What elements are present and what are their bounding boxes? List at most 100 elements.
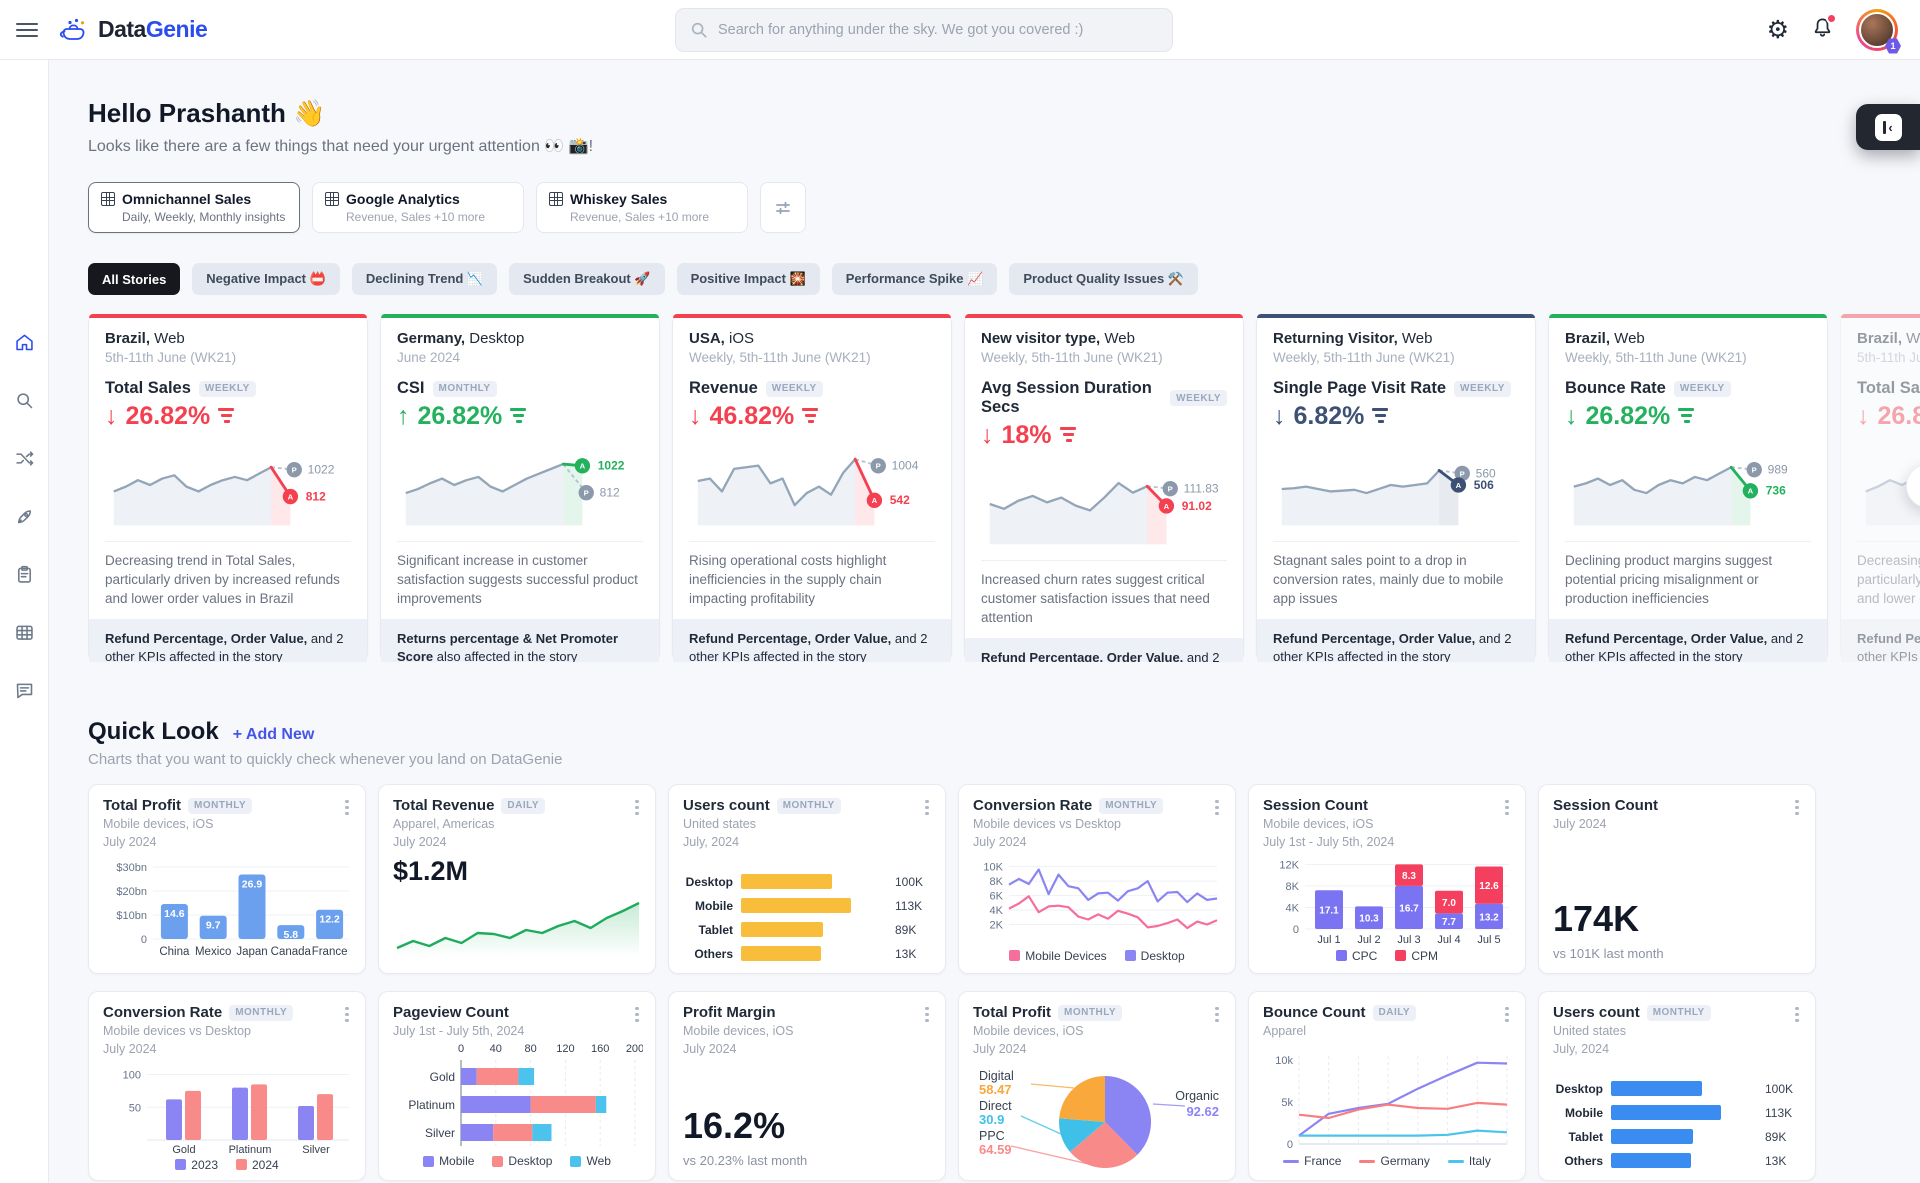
story-title: USA, iOS (689, 330, 935, 347)
sidebar-item-shuffle[interactable] (7, 441, 41, 475)
app-logo[interactable]: DataGenie (58, 16, 207, 44)
period-badge: DAILY (1373, 1005, 1417, 1021)
svg-text:France: France (312, 946, 348, 958)
story-filter-chip[interactable]: Declining Trend 📉 (352, 263, 497, 295)
dataset-filter-button[interactable] (760, 182, 806, 233)
big-value-compare: vs 101K last month (1553, 946, 1801, 961)
quick-card-title: Conversion Rate (973, 797, 1092, 814)
story-subtitle: Weekly, 5th-11th June (WK21) (1273, 350, 1519, 365)
sidebar-item-rocket[interactable] (7, 499, 41, 533)
kebab-menu-icon[interactable] (1209, 1004, 1225, 1025)
svg-text:PPC: PPC (979, 1129, 1005, 1143)
bell-icon[interactable] (1811, 16, 1834, 44)
quick-look-card-total-profit[interactable]: Total ProfitMONTHLYMobile devices, iOSJu… (88, 784, 366, 974)
quick-look-card-users-count[interactable]: Users countMONTHLYUnited statesJuly, 202… (668, 784, 946, 974)
period-badge: DAILY (501, 798, 545, 814)
big-number-wrap: 174Kvs 101K last month (1553, 884, 1801, 961)
quick-look-card-total-profit[interactable]: Total ProfitMONTHLYMobile devices, iOSJu… (958, 991, 1236, 1181)
story-filter-chip[interactable]: Negative Impact 📛 (192, 263, 340, 295)
story-card[interactable]: USA, iOSWeekly, 5th-11th June (WK21)Reve… (672, 314, 952, 662)
kebab-menu-icon[interactable] (339, 797, 355, 818)
story-card[interactable]: Returning Visitor, WebWeekly, 5th-11th J… (1256, 314, 1536, 662)
svg-text:812: 812 (600, 486, 620, 500)
story-filter-chip[interactable]: Sudden Breakout 🚀 (509, 263, 664, 295)
gear-icon[interactable]: ⚙ (1767, 18, 1789, 43)
legend-swatch (570, 1156, 581, 1167)
svg-text:Gold: Gold (430, 1070, 455, 1084)
dataset-tab-omnichannel-sales[interactable]: Omnichannel SalesDaily, Weekly, Monthly … (88, 182, 300, 233)
quick-card-subtitle: July 2024 (683, 1041, 931, 1057)
quick-look-card-session-count[interactable]: Session CountMobile devices, iOSJuly 1st… (1248, 784, 1526, 974)
quick-card-title: Total Profit (103, 797, 181, 814)
kebab-menu-icon[interactable] (1789, 1004, 1805, 1025)
quick-card-chart: Desktop100KMobile113KTablet89KOthers13K (683, 851, 931, 962)
story-card[interactable]: Germany, DesktopJune 2024CSI MONTHLY↑26.… (380, 314, 660, 662)
legend-item: Mobile Devices (1009, 949, 1106, 963)
story-card[interactable]: Brazil, Web5th-11th June (WK21)Total Sal… (88, 314, 368, 662)
sidebar-item-clipboard[interactable] (7, 557, 41, 591)
user-avatar[interactable]: 1 (1856, 9, 1898, 51)
kebab-menu-icon[interactable] (1209, 797, 1225, 818)
svg-text:40: 40 (490, 1043, 502, 1055)
collapse-panel-button[interactable]: ‹ (1856, 104, 1920, 150)
story-description: Rising operational costs highlight ineff… (689, 541, 935, 619)
trend-arrow-icon: ↓ (1273, 402, 1286, 431)
quick-look-card-pageview-count[interactable]: Pageview CountJuly 1st - July 5th, 20240… (378, 991, 656, 1181)
sidebar-item-table[interactable] (7, 615, 41, 649)
kebab-menu-icon[interactable] (339, 1004, 355, 1025)
trend-arrow-icon: ↑ (397, 402, 410, 431)
kebab-menu-icon[interactable] (1499, 1004, 1515, 1025)
story-filter-chip[interactable]: Positive Impact 🎇 (677, 263, 820, 295)
trend-arrow-icon: ↓ (689, 402, 702, 431)
story-card-row: Brazil, Web5th-11th June (WK21)Total Sal… (88, 314, 1920, 662)
kebab-menu-icon[interactable] (629, 1004, 645, 1025)
dataset-tab-sublabel: Daily, Weekly, Monthly insights (122, 210, 287, 224)
quick-look-card-conversion-rate[interactable]: Conversion RateMONTHLYMobile devices vs … (88, 991, 366, 1181)
sidebar-item-home[interactable] (7, 325, 41, 359)
story-kpi-name: CSI MONTHLY (397, 379, 643, 398)
svg-text:Silver: Silver (425, 1126, 455, 1140)
kebab-menu-icon[interactable] (919, 1004, 935, 1025)
story-subtitle: Weekly, 5th-11th June (WK21) (981, 350, 1227, 365)
svg-text:6K: 6K (990, 890, 1004, 902)
quick-look-card-total-revenue[interactable]: Total RevenueDAILYApparel, AmericasJuly … (378, 784, 656, 974)
kebab-menu-icon[interactable] (919, 797, 935, 818)
kebab-menu-icon[interactable] (1789, 797, 1805, 818)
kebab-menu-icon[interactable] (629, 797, 645, 818)
story-filter-chip[interactable]: All Stories (88, 263, 180, 295)
quick-look-card-session-count[interactable]: Session CountJuly 2024174Kvs 101K last m… (1538, 784, 1816, 974)
svg-text:Gold: Gold (172, 1144, 195, 1156)
global-search[interactable] (675, 8, 1173, 52)
quick-look-card-bounce-count[interactable]: Bounce CountDAILYApparel10k5k0FranceGerm… (1248, 991, 1526, 1181)
story-title: Germany, Desktop (397, 330, 643, 347)
quick-look-card-users-count[interactable]: Users countMONTHLYUnited statesJuly, 202… (1538, 991, 1816, 1181)
svg-text:Canada: Canada (271, 946, 312, 958)
search-input[interactable] (718, 22, 1158, 38)
svg-text:14.6: 14.6 (164, 907, 185, 919)
quick-card-chart: 10050GoldPlatinumSilver20232024 (103, 1058, 351, 1172)
story-subtitle: 5th-11th June (WK21) (105, 350, 351, 365)
story-change-value: ↓26.82% (105, 402, 351, 431)
dataset-grid-icon (325, 192, 339, 206)
quick-look-card-profit-margin[interactable]: Profit MarginMobile devices, iOSJuly 202… (668, 991, 946, 1181)
quick-look-card-conversion-rate[interactable]: Conversion RateMONTHLYMobile devices vs … (958, 784, 1236, 974)
hbar-bar (1611, 1081, 1702, 1096)
story-filter-chip[interactable]: Product Quality Issues ⚒️ (1009, 263, 1198, 295)
sidebar-item-feedback[interactable] (7, 673, 41, 707)
svg-text:989: 989 (1768, 462, 1788, 476)
story-card[interactable]: Brazil, WebWeekly, 5th-11th June (WK21)B… (1548, 314, 1828, 662)
trend-arrow-icon: ↓ (981, 421, 994, 450)
sidebar-item-discover[interactable] (7, 383, 41, 417)
story-kpi-name: Total Sales WEEKLY (1857, 379, 1920, 398)
kebab-menu-icon[interactable] (1499, 797, 1515, 818)
dataset-tab-google-analytics[interactable]: Google AnalyticsRevenue, Sales +10 more (312, 182, 524, 233)
add-new-button[interactable]: + Add New (233, 726, 315, 744)
hamburger-menu-icon[interactable] (16, 19, 38, 41)
hbar-bar (1611, 1105, 1721, 1120)
dataset-tab-whiskey-sales[interactable]: Whiskey SalesRevenue, Sales +10 more (536, 182, 748, 233)
chart-legend: 20232024 (103, 1156, 351, 1172)
svg-text:A: A (872, 496, 878, 505)
story-card[interactable]: New visitor type, WebWeekly, 5th-11th Ju… (964, 314, 1244, 662)
story-card-body: Brazil, Web5th-11th June (WK21)Total Sal… (89, 314, 367, 619)
story-filter-chip[interactable]: Performance Spike 📈 (832, 263, 998, 295)
